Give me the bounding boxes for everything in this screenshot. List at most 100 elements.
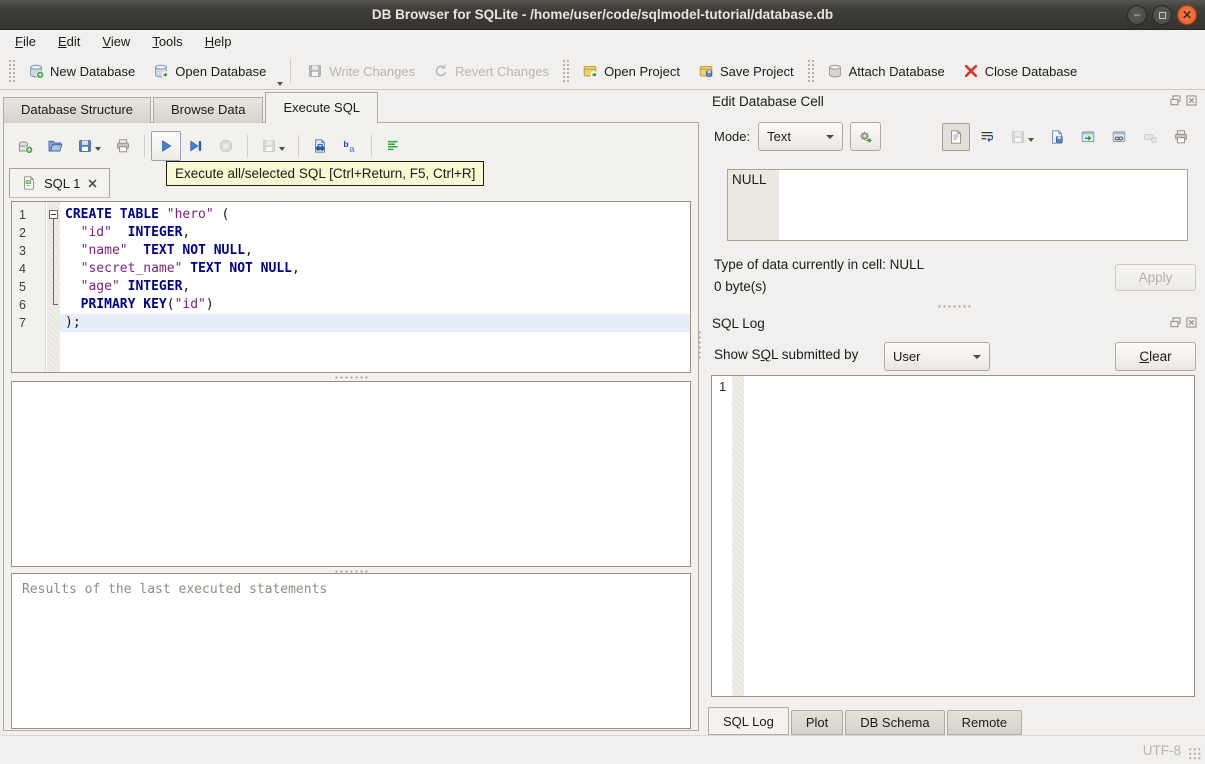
titlebar[interactable]: DB Browser for SQLite - /home/user/code/… <box>0 0 1205 30</box>
splitter-docks[interactable] <box>936 304 971 309</box>
float-icon[interactable] <box>1169 316 1182 329</box>
print-cell-button[interactable] <box>1167 123 1195 151</box>
menu-file[interactable]: File <box>4 31 47 52</box>
menu-tools[interactable]: Tools <box>141 31 193 52</box>
open-project-icon <box>582 63 598 79</box>
import-data-icon <box>1010 129 1026 145</box>
save-results-button <box>254 131 292 161</box>
attach-database-icon <box>827 63 843 79</box>
dock-close-icon[interactable] <box>1185 94 1198 107</box>
set-null-icon <box>1142 129 1158 145</box>
code-line: 4 "secret_name" TEXT NOT NULL, <box>12 260 690 278</box>
mode-apply-button[interactable] <box>850 122 882 151</box>
clear-log-button[interactable]: Clear <box>1115 342 1196 371</box>
toolbar-handle[interactable] <box>8 59 15 83</box>
mode-select-value: Text <box>767 129 791 144</box>
menu-help[interactable]: Help <box>194 31 243 52</box>
splitter-editor-results[interactable] <box>334 375 368 380</box>
export-data-button[interactable] <box>1043 123 1071 151</box>
open-url-button[interactable] <box>1105 123 1133 151</box>
line-number: 6 <box>19 298 26 312</box>
open-sql-file-button[interactable] <box>40 131 70 161</box>
tab-browse-data[interactable]: Browse Data <box>153 97 264 123</box>
text-view-button[interactable] <box>942 122 970 151</box>
edit-cell-dock-buttons <box>1169 94 1198 107</box>
cell-editor-content[interactable] <box>779 170 1187 240</box>
open-project-button[interactable]: Open Project <box>573 58 689 84</box>
encoding-indicator[interactable]: UTF-8 <box>1143 743 1181 758</box>
execute-all-button[interactable] <box>151 131 181 161</box>
open-database-icon <box>153 63 170 79</box>
save-project-button[interactable]: Save Project <box>689 58 803 84</box>
new-tab-icon <box>17 138 33 154</box>
open-external-button[interactable] <box>1074 123 1102 151</box>
revert-changes-icon <box>433 63 449 79</box>
find-replace-button[interactable] <box>305 131 335 161</box>
menu-view[interactable]: View <box>91 31 141 52</box>
toolbar-separator <box>247 135 248 157</box>
clear-label: Clear <box>1139 349 1172 364</box>
attach-database-button[interactable]: Attach Database <box>818 58 954 84</box>
save-sql-file-button[interactable] <box>70 131 108 161</box>
fold-marker[interactable] <box>47 206 60 224</box>
dock-tab-plot[interactable]: Plot <box>790 710 844 735</box>
format-sql-button[interactable] <box>378 131 408 161</box>
chevron-down-icon <box>973 354 981 359</box>
chevron-down-icon <box>95 147 101 151</box>
line-number: 1 <box>19 208 26 222</box>
menu-edit[interactable]: Edit <box>47 31 91 52</box>
auto-complete-button[interactable]: ba <box>335 131 365 161</box>
float-icon[interactable] <box>1169 94 1182 107</box>
toolbar-handle[interactable] <box>562 59 570 83</box>
execute-line-button[interactable] <box>181 131 211 161</box>
sql-code-editor[interactable]: 1 CREATE TABLE "hero" (2 "id" INTEGER, 3 "… <box>11 201 691 373</box>
svg-text:a: a <box>349 144 355 154</box>
maximize-button[interactable] <box>1152 5 1172 25</box>
close-database-label: Close Database <box>984 63 1078 79</box>
dock-tab-sql-log[interactable]: SQL Log <box>708 707 789 735</box>
new-tab-button[interactable] <box>10 131 40 161</box>
window-controls: – ✕ <box>1127 5 1197 25</box>
close-button[interactable]: ✕ <box>1177 5 1197 25</box>
close-database-button[interactable]: Close Database <box>954 58 1087 84</box>
open-database-button[interactable]: Open Database <box>144 58 275 84</box>
toolbar-handle[interactable] <box>806 59 814 83</box>
dock-tab-db-schema[interactable]: DB Schema <box>845 710 945 735</box>
write-changes-button: Write Changes <box>298 58 424 84</box>
chevron-down-icon[interactable] <box>277 82 284 86</box>
log-filter-select[interactable]: User <box>884 342 990 371</box>
cell-editor[interactable]: NULL <box>727 169 1188 241</box>
save-project-label: Save Project <box>719 63 794 79</box>
revert-changes-label: Revert Changes <box>455 63 550 79</box>
code-line: 7); <box>12 314 690 332</box>
new-database-button[interactable]: New Database <box>19 58 144 84</box>
auto-complete-icon: ba <box>342 138 358 154</box>
print-icon <box>115 138 131 154</box>
resize-grip[interactable] <box>1188 747 1202 761</box>
code-text: "secret_name" TEXT NOT NULL, <box>80 261 300 276</box>
tab-database-structure[interactable]: Database Structure <box>3 97 152 123</box>
stop-button <box>211 131 241 161</box>
sql-toolbar: ba <box>10 127 408 165</box>
dock-tab-remote[interactable]: Remote <box>946 710 1023 735</box>
code-line: 5 "age" INTEGER, <box>12 278 690 296</box>
format-sql-icon <box>385 138 401 154</box>
tab-close-icon[interactable] <box>87 178 98 189</box>
word-wrap-button[interactable] <box>973 123 1001 151</box>
dock-close-icon[interactable] <box>1185 316 1198 329</box>
tab-execute-sql[interactable]: Execute SQL <box>265 92 379 123</box>
dock-column: Edit Database Cell Mode: Text NULL Type … <box>702 90 1205 735</box>
print-button[interactable] <box>108 131 138 161</box>
import-data-button <box>1004 123 1040 151</box>
sql-log-view[interactable]: 1 <box>711 375 1195 697</box>
maximize-icon <box>1158 11 1166 19</box>
chevron-down-icon <box>279 147 285 151</box>
close-database-icon <box>963 63 979 79</box>
mode-select[interactable]: Text <box>758 122 844 151</box>
app-window: DB Browser for SQLite - /home/user/code/… <box>0 0 1205 764</box>
sql-editor-tab[interactable]: SQL 1 <box>9 168 111 198</box>
minimize-button[interactable]: – <box>1127 5 1147 25</box>
line-number: 2 <box>19 226 26 240</box>
log-content <box>744 376 1194 696</box>
fold-collapse-icon[interactable] <box>49 210 58 219</box>
